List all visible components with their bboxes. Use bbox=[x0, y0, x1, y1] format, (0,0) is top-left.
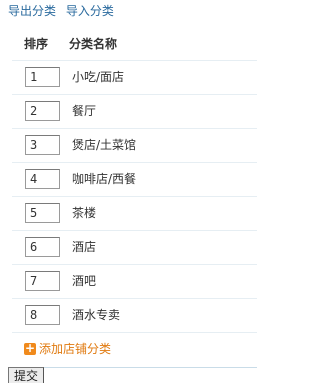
order-input[interactable] bbox=[25, 203, 60, 223]
table-row: 茶楼 bbox=[12, 197, 257, 231]
order-input[interactable] bbox=[25, 271, 60, 291]
category-name: 酒吧 bbox=[72, 274, 97, 288]
table-row: 餐厅 bbox=[12, 95, 257, 129]
add-store-category-link[interactable]: 添加店铺分类 bbox=[39, 342, 111, 356]
submit-button[interactable]: 提交 bbox=[8, 367, 45, 383]
order-input[interactable] bbox=[25, 237, 60, 257]
table-header: 排序 分类名称 bbox=[12, 28, 257, 61]
category-table: 排序 分类名称 小吃/面店 餐厅 煲店/土菜馆 咖啡店/西餐 茶楼 酒店 酒吧 … bbox=[12, 28, 257, 368]
import-categories-link[interactable]: 导入分类 bbox=[66, 4, 114, 18]
category-name: 咖啡店/西餐 bbox=[72, 172, 137, 186]
table-row: 酒水专卖 bbox=[12, 299, 257, 333]
top-links: 导出分类 导入分类 bbox=[8, 3, 120, 19]
add-category-row: + 添加店铺分类 bbox=[12, 333, 257, 368]
order-input[interactable] bbox=[25, 135, 60, 155]
order-column-header: 排序 bbox=[24, 37, 49, 51]
order-input[interactable] bbox=[25, 101, 60, 121]
category-name: 煲店/土菜馆 bbox=[72, 138, 137, 152]
table-row: 煲店/土菜馆 bbox=[12, 129, 257, 163]
category-name: 酒店 bbox=[72, 240, 97, 254]
category-name: 餐厅 bbox=[72, 104, 97, 118]
table-row: 咖啡店/西餐 bbox=[12, 163, 257, 197]
name-column-header: 分类名称 bbox=[69, 37, 118, 51]
table-row: 酒店 bbox=[12, 231, 257, 265]
table-row: 小吃/面店 bbox=[12, 61, 257, 95]
table-row: 酒吧 bbox=[12, 265, 257, 299]
order-input[interactable] bbox=[25, 169, 60, 189]
order-input[interactable] bbox=[25, 67, 60, 87]
category-name: 酒水专卖 bbox=[72, 308, 121, 322]
order-input[interactable] bbox=[25, 305, 60, 325]
export-categories-link[interactable]: 导出分类 bbox=[8, 4, 56, 18]
plus-icon[interactable]: + bbox=[24, 342, 36, 355]
category-name: 小吃/面店 bbox=[72, 70, 125, 84]
category-name: 茶楼 bbox=[72, 206, 97, 220]
